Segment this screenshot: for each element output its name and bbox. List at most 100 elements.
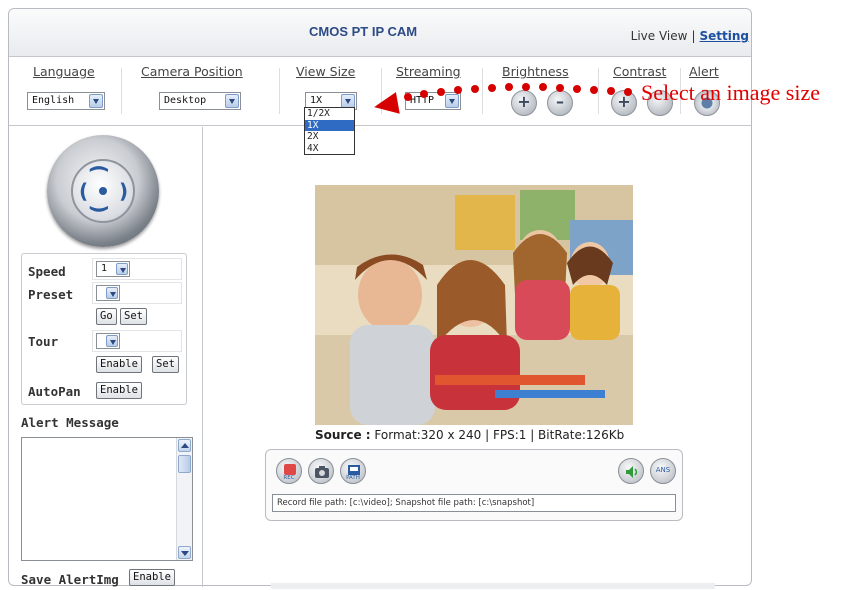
source-info: Source : Format:320 x 240 | FPS:1 | BitR… — [315, 428, 624, 442]
source-label: Source : — [315, 428, 371, 442]
chevron-down-icon — [106, 335, 118, 347]
record-icon — [284, 464, 296, 475]
tour-label: Tour — [28, 334, 59, 349]
annotation-text: Select an image size — [641, 80, 820, 105]
ptz-right-arrow-icon[interactable]: ) — [119, 179, 128, 203]
preset-go-button[interactable]: Go — [96, 308, 117, 325]
ptz-inner-ring: ( ) ( ) — [71, 159, 135, 223]
nav-separator: | — [691, 29, 696, 43]
annotation-dot — [607, 87, 615, 95]
view-size-option[interactable]: 1/2X — [305, 108, 354, 120]
ans-button[interactable]: ANS — [650, 458, 676, 484]
bottom-scroll-strip — [271, 583, 715, 589]
preset-select[interactable] — [96, 285, 120, 301]
classroom-image — [315, 185, 633, 425]
title-bar: CMOS PT IP CAM Live View | Setting — [9, 9, 751, 57]
streaming-select[interactable]: HTTP — [405, 92, 461, 110]
ptz-control-box: Speed 1 Preset Go Set Tour Enable Set Au… — [21, 253, 187, 405]
brightness-plus-button[interactable]: + — [511, 90, 537, 116]
tour-select[interactable] — [96, 333, 120, 349]
recording-panel: REC PATH ANS Record file path: [c:\video… — [265, 449, 683, 521]
alert-scrollbar[interactable] — [176, 438, 192, 560]
live-view-link[interactable]: Live View — [631, 29, 688, 43]
autopan-label: AutoPan — [28, 384, 81, 399]
brightness-minus-button[interactable]: – — [547, 90, 573, 116]
view-size-option-selected[interactable]: 1X — [305, 119, 354, 131]
annotation-dot — [505, 83, 513, 91]
camera-position-label: Camera Position — [141, 64, 243, 79]
annotation-dot — [539, 83, 547, 91]
record-caption: REC — [283, 475, 295, 481]
autopan-enable-button[interactable]: Enable — [96, 382, 142, 399]
app-title: CMOS PT IP CAM — [309, 24, 418, 39]
view-size-dropdown-list[interactable]: 1/2X 1X 2X 4X — [304, 107, 355, 155]
alert-label: Alert — [689, 64, 719, 79]
divider — [279, 68, 280, 114]
record-button[interactable]: REC — [276, 458, 302, 484]
divider — [482, 68, 483, 114]
view-size-value: 1X — [310, 95, 323, 106]
contrast-label: Contrast — [613, 64, 667, 79]
speed-select[interactable]: 1 — [96, 261, 130, 277]
annotation-dot — [488, 84, 496, 92]
speed-label: Speed — [28, 264, 66, 279]
annotation-dot — [522, 83, 530, 91]
chevron-down-icon — [116, 263, 128, 275]
chevron-down-icon — [445, 94, 459, 108]
tour-set-button[interactable]: Set — [152, 356, 179, 373]
scroll-up-icon[interactable] — [178, 439, 191, 452]
ans-icon: ANS — [655, 466, 671, 474]
speaker-button[interactable] — [618, 458, 644, 484]
path-button[interactable]: PATH — [340, 458, 366, 484]
path-caption: PATH — [346, 475, 360, 481]
scroll-down-icon[interactable] — [178, 546, 191, 559]
divider — [121, 68, 122, 114]
language-value: English — [32, 95, 75, 106]
annotation-dot — [437, 88, 445, 96]
annotation-dot — [590, 86, 598, 94]
ptz-down-arrow-icon[interactable]: ) — [88, 204, 112, 213]
ptz-left-arrow-icon[interactable]: ( — [79, 179, 88, 203]
alert-message-title: Alert Message — [21, 415, 119, 430]
source-details: Format:320 x 240 | FPS:1 | BitRate:126Kb — [374, 428, 625, 442]
tour-enable-button[interactable]: Enable — [96, 356, 142, 373]
alert-message-textarea[interactable] — [21, 437, 193, 561]
annotation-dot — [556, 84, 564, 92]
folder-path-icon — [348, 465, 360, 475]
annotation-dot — [624, 88, 632, 96]
save-alertimg-enable-button[interactable]: Enable — [129, 569, 175, 586]
preset-set-button[interactable]: Set — [120, 308, 147, 325]
ptz-center-dot — [99, 187, 107, 195]
streaming-label: Streaming — [396, 64, 461, 79]
view-size-label: View Size — [296, 64, 356, 79]
ptz-up-arrow-icon[interactable]: ( — [88, 164, 112, 173]
top-nav: Live View | Setting — [631, 29, 749, 43]
chevron-down-icon — [89, 94, 103, 108]
speaker-icon — [626, 466, 638, 478]
view-size-option[interactable]: 4X — [305, 143, 354, 155]
camera-icon — [315, 466, 329, 478]
scroll-thumb[interactable] — [178, 455, 191, 473]
view-size-option[interactable]: 2X — [305, 131, 354, 143]
annotation-dot — [471, 85, 479, 93]
annotation-dot — [420, 90, 428, 98]
chevron-down-icon — [225, 94, 239, 108]
preset-label: Preset — [28, 287, 74, 302]
annotation-arrow-icon — [372, 92, 400, 118]
annotation-dot — [454, 86, 462, 94]
chevron-down-icon — [106, 287, 118, 299]
language-select[interactable]: English — [27, 92, 105, 110]
ptz-joystick-icon[interactable]: ( ) ( ) — [47, 135, 159, 247]
save-alertimg-label: Save AlertImg — [21, 572, 119, 587]
language-label: Language — [33, 64, 95, 79]
chevron-down-icon — [341, 94, 355, 108]
video-stream[interactable] — [315, 185, 633, 425]
camera-position-select[interactable]: Desktop — [159, 92, 241, 110]
divider — [598, 68, 599, 114]
file-path-bar: Record file path: [c:\video]; Snapshot f… — [272, 494, 676, 512]
speed-value: 1 — [101, 263, 108, 274]
snapshot-button[interactable] — [308, 458, 334, 484]
camera-position-value: Desktop — [164, 95, 207, 106]
annotation-dot — [573, 85, 581, 93]
setting-link[interactable]: Setting — [700, 29, 750, 43]
